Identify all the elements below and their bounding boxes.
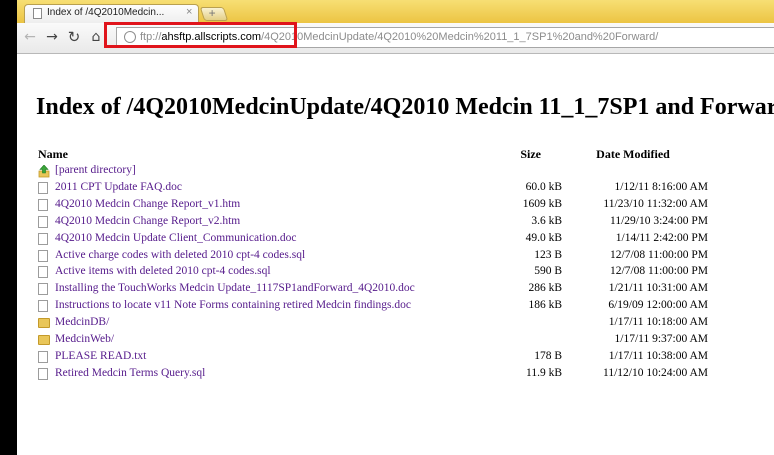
- file-link[interactable]: PLEASE READ.txt: [55, 350, 146, 362]
- url-highlight-box: [104, 22, 297, 48]
- file-size: 60.0 kB: [525, 180, 562, 193]
- file-date-modified: 1/21/11 10:31:00 AM: [608, 282, 708, 295]
- file-link[interactable]: 4Q2010 Medcin Update Client_Communicatio…: [55, 232, 296, 244]
- file-date-modified: 1/17/11 10:38:00 AM: [608, 349, 708, 362]
- table-row: MedcinDB/1/17/11 10:18:00 AM: [38, 316, 738, 332]
- table-row: 4Q2010 Medcin Change Report_v2.htm 3.6 kB…: [38, 215, 738, 231]
- file-size: 1609 kB: [522, 197, 562, 210]
- file-link[interactable]: Retired Medcin Terms Query.sql: [55, 367, 205, 379]
- file-icon: [38, 367, 48, 380]
- table-row: Instructions to locate v11 Note Forms co…: [38, 299, 738, 315]
- file-size: 123 B: [534, 248, 562, 261]
- file-date-modified: 1/17/11 9:37:00 AM: [614, 333, 709, 345]
- date-column-header: Date Modified: [596, 147, 670, 161]
- table-row: MedcinWeb/1/17/11 9:37:00 AM: [38, 333, 738, 349]
- url-path: /4Q2010MedcinUpdate/4Q2010%20Medcin%2011…: [261, 31, 659, 43]
- file-date-modified: 12/7/08 11:00:00 PM: [610, 265, 708, 278]
- reload-icon[interactable]: ↻: [65, 28, 83, 46]
- table-row: 4Q2010 Medcin Update Client_Communicatio…: [38, 232, 738, 248]
- file-size: 3.6 kB: [531, 214, 562, 227]
- file-date-modified: 1/17/11 10:18:00 AM: [608, 316, 708, 329]
- file-link[interactable]: 2011 CPT Update FAQ.doc: [55, 181, 182, 193]
- document-icon: [33, 8, 42, 19]
- file-date-modified: 11/12/10 10:24:00 AM: [603, 366, 708, 379]
- page-title: Index of /4Q2010MedcinUpdate/4Q2010 Medc…: [36, 94, 774, 120]
- file-size: 590 B: [534, 265, 562, 278]
- file-size: 49.0 kB: [525, 231, 562, 244]
- file-date-modified: 11/29/10 3:24:00 PM: [610, 214, 708, 227]
- file-link[interactable]: MedcinDB/: [55, 316, 109, 328]
- file-link[interactable]: 4Q2010 Medcin Change Report_v1.htm: [55, 198, 240, 210]
- file-icon: [38, 249, 48, 262]
- file-date-modified: 12/7/08 11:00:00 PM: [610, 248, 708, 261]
- table-row: [parent directory]: [38, 164, 738, 180]
- file-icon: [38, 266, 48, 279]
- table-row: Active items with deleted 2010 cpt-4 cod…: [38, 265, 738, 281]
- file-date-modified: 1/14/11 2:42:00 PM: [615, 231, 708, 244]
- tab-strip: Index of /4Q2010Medcin... × +: [17, 0, 774, 23]
- file-icon: [38, 350, 48, 363]
- tab-title: Index of /4Q2010Medcin...: [47, 7, 165, 18]
- file-date-modified: 6/19/09 12:00:00 AM: [608, 299, 708, 312]
- close-tab-icon[interactable]: ×: [186, 6, 192, 18]
- file-link[interactable]: Installing the TouchWorks Medcin Update_…: [55, 282, 415, 294]
- file-link[interactable]: MedcinWeb/: [55, 333, 114, 345]
- file-size: 11.9 kB: [526, 366, 562, 379]
- page-content: Index of /4Q2010MedcinUpdate/4Q2010 Medc…: [17, 55, 774, 455]
- file-date-modified: 1/12/11 8:16:00 AM: [614, 180, 709, 193]
- folder-icon: [38, 335, 50, 345]
- file-icon: [38, 181, 48, 194]
- folder-icon: [38, 318, 50, 329]
- file-icon: [38, 300, 48, 313]
- table-row: Installing the TouchWorks Medcin Update_…: [38, 282, 738, 298]
- file-size: 178 B: [534, 349, 562, 362]
- file-icon: [38, 232, 48, 245]
- forward-arrow-icon[interactable]: →: [43, 28, 61, 46]
- file-size: 286 kB: [528, 282, 562, 295]
- table-row: 4Q2010 Medcin Change Report_v1.htm 1609 k…: [38, 198, 738, 214]
- up-folder-icon: [38, 164, 50, 178]
- table-row: Retired Medcin Terms Query.sql 11.9 kB 11/…: [38, 367, 738, 383]
- file-link[interactable]: Instructions to locate v11 Note Forms co…: [55, 299, 411, 311]
- table-row: Active charge codes with deleted 2010 cp…: [38, 249, 738, 265]
- new-tab-button[interactable]: +: [199, 6, 229, 21]
- file-size: 186 kB: [528, 299, 562, 312]
- file-link[interactable]: 4Q2010 Medcin Change Report_v2.htm: [55, 215, 240, 227]
- home-icon[interactable]: ⌂: [87, 28, 105, 46]
- name-column-header: Name: [38, 147, 68, 161]
- file-icon: [38, 215, 48, 228]
- size-column-header: Size: [520, 147, 541, 161]
- plus-icon: +: [208, 6, 216, 20]
- file-link[interactable]: [parent directory]: [55, 164, 136, 176]
- browser-window: Index of /4Q2010Medcin... × + ← → ↻ ⌂ ft…: [17, 0, 774, 455]
- browser-tab[interactable]: Index of /4Q2010Medcin... ×: [24, 4, 199, 23]
- file-link[interactable]: Active charge codes with deleted 2010 cp…: [55, 249, 305, 261]
- table-row: 2011 CPT Update FAQ.doc 60.0 kB 1/12/11 8:…: [38, 181, 738, 197]
- file-date-modified: 11/23/10 11:32:00 AM: [603, 197, 708, 210]
- file-icon: [38, 198, 48, 211]
- table-row: PLEASE READ.txt 178 B 1/17/11 10:38:00 AM: [38, 350, 738, 366]
- file-link[interactable]: Active items with deleted 2010 cpt-4 cod…: [55, 265, 271, 277]
- back-arrow-icon[interactable]: ←: [21, 28, 39, 46]
- file-icon: [38, 283, 48, 296]
